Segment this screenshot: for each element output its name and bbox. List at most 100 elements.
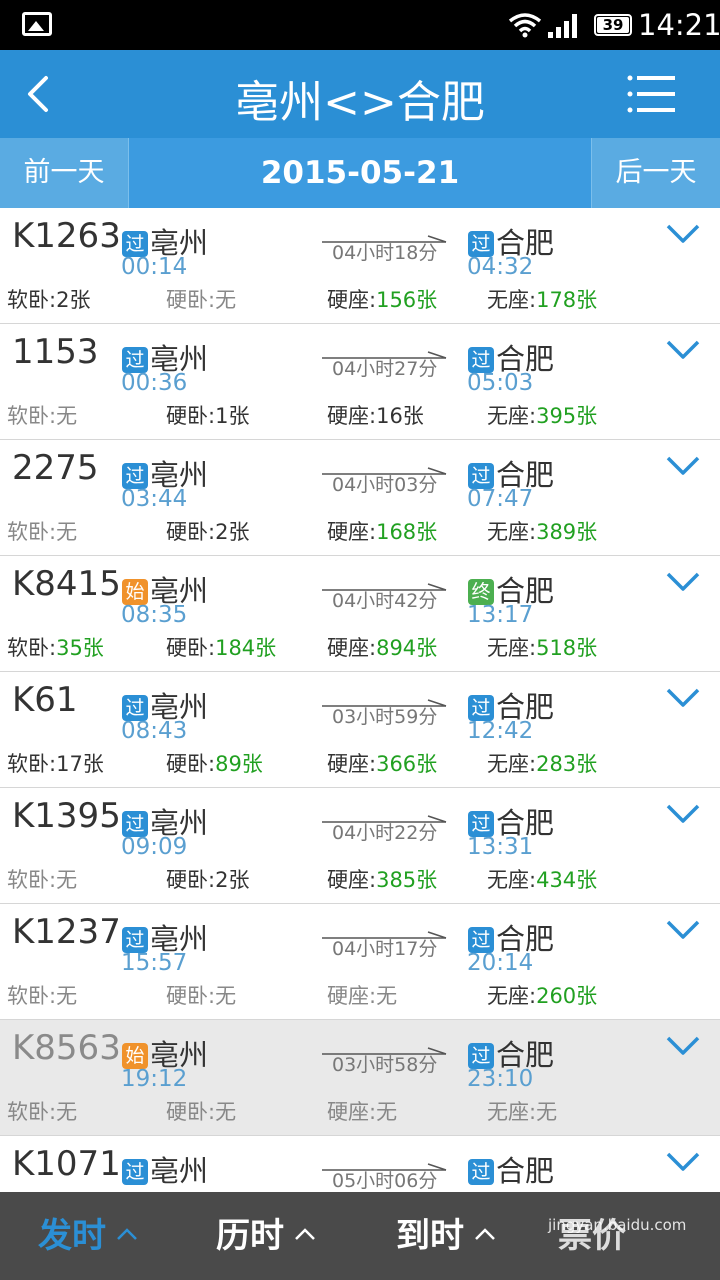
seat-availability: 无座:260张 xyxy=(487,980,597,1010)
seat-label: 软卧: xyxy=(7,868,57,892)
duration-text: 03小时58分 xyxy=(332,1054,438,1076)
sort-by-depart-button[interactable]: 发时 xyxy=(38,1192,138,1280)
train-row[interactable]: K61 过亳州 08:43 03小时59分过合肥 12:42 软卧:17张 硬卧:89张 硬座… xyxy=(0,672,720,788)
duration: 04小时17分 xyxy=(322,926,448,966)
seat-count: 无 xyxy=(215,288,237,312)
depart-time: 19:12 xyxy=(121,1066,188,1092)
seat-availability: 无座:283张 xyxy=(487,748,597,778)
train-row[interactable]: K1071 过亳州 05小时06分过合肥 xyxy=(0,1136,720,1192)
chevron-down-icon[interactable] xyxy=(666,338,700,362)
depart-time: 15:57 xyxy=(121,950,188,976)
seat-count: 518张 xyxy=(536,636,598,660)
chevron-down-icon[interactable] xyxy=(666,1034,700,1058)
seat-availability: 硬座:366张 xyxy=(327,748,437,778)
duration-text: 04小时22分 xyxy=(332,822,438,844)
duration-text: 03小时59分 xyxy=(332,706,438,728)
seat-label: 无座: xyxy=(487,752,537,776)
seat-count: 无 xyxy=(376,984,398,1008)
sort-by-price-button[interactable]: 票价 xyxy=(558,1192,626,1280)
sort-by-duration-button[interactable]: 历时 xyxy=(216,1192,316,1280)
seat-count: 无 xyxy=(56,404,78,428)
seat-label: 硬座: xyxy=(327,288,377,312)
seat-count: 385张 xyxy=(376,868,438,892)
chevron-down-icon[interactable] xyxy=(666,454,700,478)
caret-up-icon xyxy=(475,1228,495,1240)
depart-time: 08:35 xyxy=(121,602,188,628)
arrive-time: 12:42 xyxy=(467,718,534,744)
train-list[interactable]: K1263 过亳州 00:14 04小时18分过合肥 04:32 软卧:2张 硬卧:无 硬座:… xyxy=(0,208,720,1192)
seat-count: 2张 xyxy=(215,868,250,892)
sort-duration-label: 历时 xyxy=(216,1216,284,1256)
menu-icon[interactable] xyxy=(626,74,676,114)
seat-count: 434张 xyxy=(536,868,598,892)
seat-count: 389张 xyxy=(536,520,598,544)
seat-count: 184张 xyxy=(215,636,277,660)
gallery-notification-icon xyxy=(22,12,52,36)
seat-count: 178张 xyxy=(536,288,598,312)
depart-time: 00:14 xyxy=(121,254,188,280)
duration-text: 04小时18分 xyxy=(332,242,438,264)
duration: 04小时18分 xyxy=(322,230,448,270)
depart-time: 08:43 xyxy=(121,718,188,744)
seat-availability: 硬卧:无 xyxy=(166,980,236,1010)
seat-count: 395张 xyxy=(536,404,598,428)
date-selector[interactable]: 2015-05-21 xyxy=(128,138,592,208)
duration: 04小时42分 xyxy=(322,578,448,618)
chevron-down-icon[interactable] xyxy=(666,686,700,710)
seat-label: 硬座: xyxy=(327,1100,377,1124)
seat-count: 17张 xyxy=(56,752,104,776)
duration: 05小时06分 xyxy=(322,1158,448,1192)
chevron-down-icon[interactable] xyxy=(666,570,700,594)
seat-label: 软卧: xyxy=(7,636,57,660)
train-row[interactable]: 2275 过亳州 03:44 04小时03分过合肥 07:47 软卧:无 硬卧:2张 硬座:1… xyxy=(0,440,720,556)
seat-availability: 硬座:无 xyxy=(327,980,397,1010)
next-day-button[interactable]: 后一天 xyxy=(592,138,720,208)
seat-count: 2张 xyxy=(215,520,250,544)
chevron-down-icon[interactable] xyxy=(666,802,700,826)
seat-count: 16张 xyxy=(376,404,424,428)
train-row[interactable]: K8563 始亳州 19:12 03小时58分过合肥 23:10 软卧:无 硬卧:无 硬座:无… xyxy=(0,1020,720,1136)
train-row[interactable]: K1395 过亳州 09:09 04小时22分过合肥 13:31 软卧:无 硬卧:2张 硬座:… xyxy=(0,788,720,904)
clock: 14:21 xyxy=(638,8,720,42)
sort-by-arrive-button[interactable]: 到时 xyxy=(396,1192,496,1280)
duration: 04小时27分 xyxy=(322,346,448,386)
train-number: 2275 xyxy=(12,448,99,488)
to-station-name: 合肥 xyxy=(496,1154,555,1188)
seat-label: 硬卧: xyxy=(166,404,216,428)
seat-availability: 硬卧:89张 xyxy=(166,748,263,778)
seat-count: 35张 xyxy=(56,636,104,660)
depart-time: 03:44 xyxy=(121,486,188,512)
seat-availability: 软卧:无 xyxy=(7,1096,77,1126)
seat-count: 1张 xyxy=(215,404,250,428)
seat-label: 硬卧: xyxy=(166,1100,216,1124)
seat-label: 硬卧: xyxy=(166,984,216,1008)
train-row[interactable]: K1263 过亳州 00:14 04小时18分过合肥 04:32 软卧:2张 硬卧:无 硬座:… xyxy=(0,208,720,324)
depart-time: 09:09 xyxy=(121,834,188,860)
seat-count: 无 xyxy=(536,1100,558,1124)
sort-depart-label: 发时 xyxy=(38,1216,106,1256)
chevron-down-icon[interactable] xyxy=(666,1150,700,1174)
train-row[interactable]: 1153 过亳州 00:36 04小时27分过合肥 05:03 软卧:无 硬卧:1张 硬座:1… xyxy=(0,324,720,440)
prev-day-button[interactable]: 前一天 xyxy=(0,138,128,208)
seat-availability: 无座:无 xyxy=(487,1096,557,1126)
chevron-down-icon[interactable] xyxy=(666,222,700,246)
seat-label: 无座: xyxy=(487,404,537,428)
seat-availability: 软卧:35张 xyxy=(7,632,104,662)
sort-bar: 发时 历时 到时 票价 xyxy=(0,1192,720,1280)
seat-count: 894张 xyxy=(376,636,438,660)
seat-availability: 硬座:168张 xyxy=(327,516,437,546)
train-row[interactable]: K1237 过亳州 15:57 04小时17分过合肥 20:14 软卧:无 硬卧:无 硬座:无… xyxy=(0,904,720,1020)
depart-time: 00:36 xyxy=(121,370,188,396)
seat-availability: 硬座:16张 xyxy=(327,400,424,430)
chevron-down-icon[interactable] xyxy=(666,918,700,942)
seat-availability: 软卧:无 xyxy=(7,980,77,1010)
seat-availability: 软卧:17张 xyxy=(7,748,104,778)
seat-label: 无座: xyxy=(487,1100,537,1124)
seat-count: 无 xyxy=(376,1100,398,1124)
train-row[interactable]: K8415 始亳州 08:35 04小时42分终合肥 13:17 软卧:35张 硬卧:184… xyxy=(0,556,720,672)
caret-up-icon xyxy=(295,1228,315,1240)
train-number: K1263 xyxy=(12,216,121,256)
battery-level: 39 xyxy=(597,17,629,33)
seat-availability: 软卧:2张 xyxy=(7,284,90,314)
seat-label: 硬卧: xyxy=(166,520,216,544)
